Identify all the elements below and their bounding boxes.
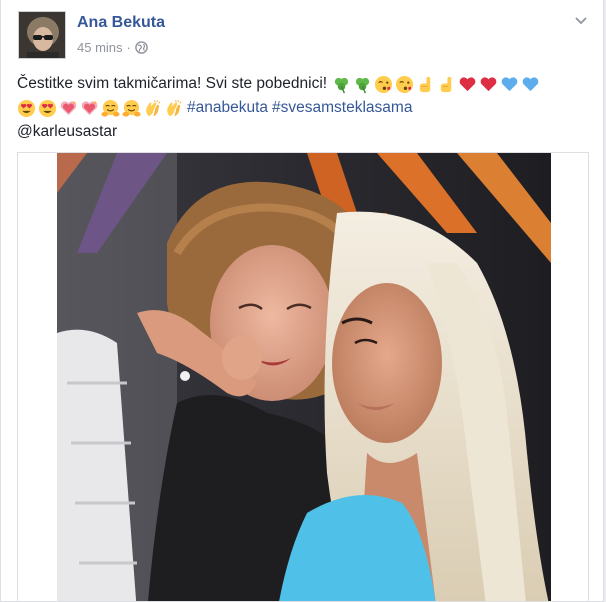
shamrock-icon [334,77,349,93]
hashtag-link[interactable]: #anabekuta [187,96,268,120]
post-meta: 45 mins · [77,40,148,55]
post-text-line-3: @karleusastar [17,120,597,144]
blue-heart-icon [501,76,518,91]
chevron-down-icon[interactable] [573,12,589,28]
post-photo[interactable] [57,153,551,601]
post-card: Ana Bekuta 45 mins · Čestitke svim takmi… [0,0,604,602]
blue-heart-icon [522,76,539,91]
post-timestamp[interactable]: 45 mins [77,40,123,55]
meta-separator: · [126,40,131,55]
hugging-face-icon [122,99,141,117]
clapping-hands-icon [167,99,182,116]
author-avatar[interactable] [18,11,66,59]
author-name[interactable]: Ana Bekuta [77,14,165,32]
heart-eyes-icon [17,99,36,117]
pointing-hand-icon [440,76,452,92]
post-photo-container [17,152,589,601]
kissing-face-icon [396,75,414,93]
clapping-hands-icon [146,99,161,116]
post-text: Čestitke svim takmičarima! Svi ste pobed… [17,72,597,144]
sparkling-heart-icon [81,100,98,115]
globe-icon[interactable] [135,41,148,54]
shamrock-icon [355,77,370,93]
kissing-face-icon [375,75,393,93]
sparkling-heart-icon [60,100,77,115]
pointing-hand-icon [419,76,431,92]
post-message: Čestitke svim takmičarima! Svi ste pobed… [17,75,328,92]
emoji-row-1 [332,75,540,94]
hugging-face-icon [101,99,120,117]
mention-text: @karleusastar [17,123,118,140]
post-text-line-1: Čestitke svim takmičarima! Svi ste pobed… [17,72,597,96]
emoji-row-2 [17,99,183,118]
red-heart-icon [459,76,476,91]
hashtag-link[interactable]: #svesamsteklasama [272,96,412,120]
heart-eyes-icon [38,99,57,117]
red-heart-icon [480,76,497,91]
post-text-line-2: #anabekuta #svesamsteklasama [17,96,597,120]
